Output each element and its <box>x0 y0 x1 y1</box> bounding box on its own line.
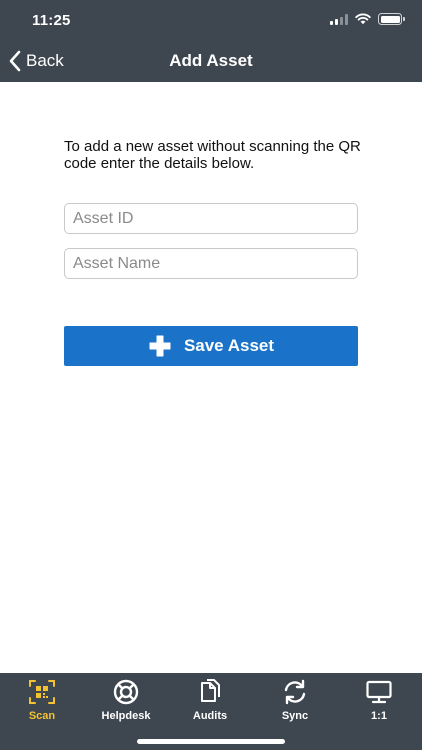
tab-label: Sync <box>281 710 309 722</box>
tab-label: Audits <box>192 710 228 722</box>
page-title: Add Asset <box>169 51 253 70</box>
monitor-icon <box>366 680 392 704</box>
lifebuoy-icon <box>113 679 139 705</box>
tab-label: Helpdesk <box>101 710 151 722</box>
app-header: 11:25 Back Add Asset <box>0 0 422 82</box>
save-asset-button[interactable]: Save Asset <box>64 326 358 366</box>
tab-helpdesk[interactable]: Helpdesk <box>84 679 168 725</box>
plus-icon <box>149 335 171 357</box>
status-time: 11:25 <box>32 12 71 29</box>
nav-bar: Back Add Asset <box>0 40 422 82</box>
save-asset-label: Save Asset <box>183 336 275 355</box>
tab-label: Scan <box>28 710 56 722</box>
battery-icon <box>378 13 405 25</box>
tab-label: 1:1 <box>371 710 387 722</box>
instructions-text: To add a new asset without scanning the … <box>64 138 361 172</box>
tab-scan[interactable]: Scan <box>0 679 84 725</box>
tab-one-on-one[interactable]: 1:1 <box>337 679 421 725</box>
tab-audits[interactable]: Audits <box>168 679 252 725</box>
status-icons <box>330 13 405 25</box>
cellular-signal-icon <box>330 13 348 25</box>
asset-id-input[interactable] <box>64 203 358 234</box>
asset-name-input[interactable] <box>64 248 358 279</box>
wifi-icon <box>355 13 371 25</box>
documents-icon <box>201 679 220 702</box>
sync-icon <box>284 679 306 705</box>
home-indicator <box>137 739 285 744</box>
tab-sync[interactable]: Sync <box>253 679 337 725</box>
qr-scan-icon <box>29 680 55 704</box>
status-bar: 11:25 <box>0 0 422 40</box>
